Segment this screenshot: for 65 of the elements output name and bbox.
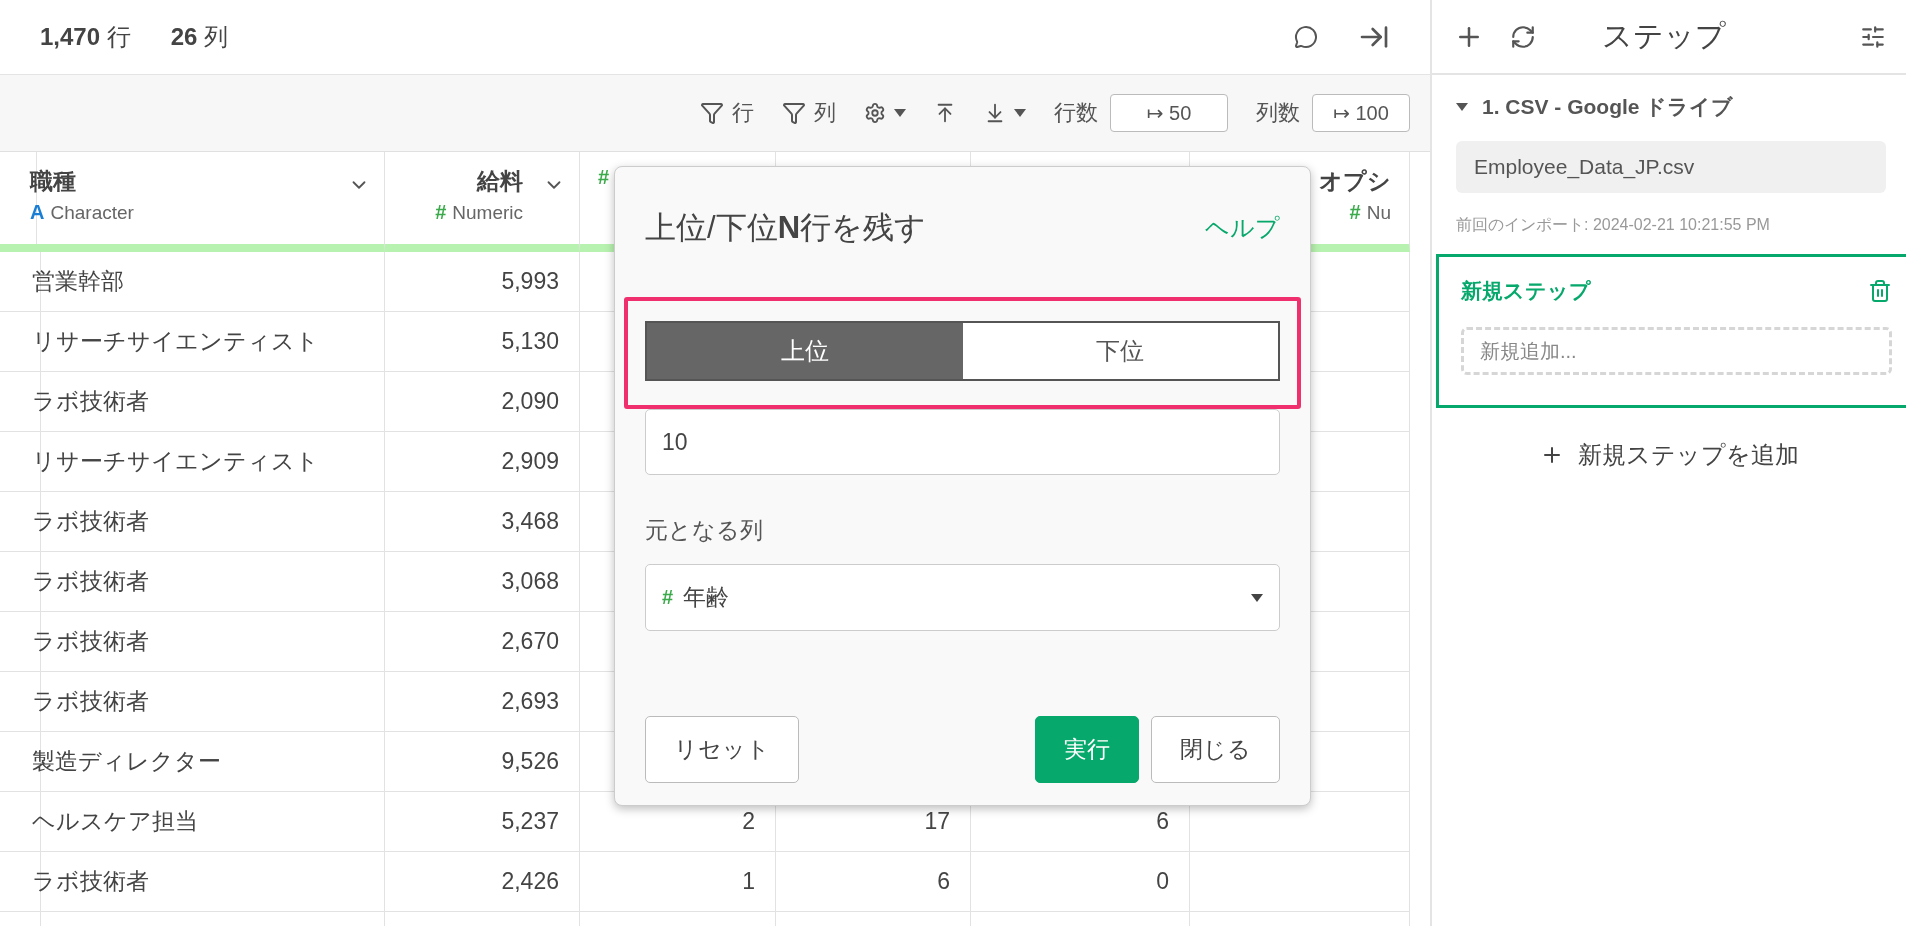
row-count-button[interactable]: ↦ 50 — [1110, 94, 1228, 132]
step-title[interactable]: 1. CSV - Google ドライブ — [1456, 93, 1886, 121]
input-field[interactable]: 新規追加... — [1461, 327, 1892, 375]
sliders-icon[interactable] — [1860, 23, 1886, 50]
table-cell: 5,237 — [385, 792, 580, 852]
filter-icon — [782, 101, 806, 125]
segment-button[interactable]: 下位 — [962, 323, 1278, 379]
column-select[interactable]: # 年齢 — [645, 564, 1280, 631]
table-cell: 営業幹部 — [12, 252, 385, 312]
column-filter-button[interactable]: 列 — [782, 98, 836, 128]
reset-button[interactable]: リセット — [645, 716, 799, 783]
caret-icon — [894, 109, 906, 117]
count-field[interactable]: 10 — [645, 409, 1280, 475]
table-cell: 6 — [776, 852, 971, 912]
filter-icon — [700, 101, 724, 125]
refresh-icon[interactable] — [1510, 23, 1536, 50]
caret-icon — [1014, 109, 1026, 117]
column-header[interactable]: 給料 — [477, 166, 523, 197]
table-cell: 3,468 — [385, 492, 580, 552]
file-name: Employee_Data_JP.csv — [1456, 141, 1886, 193]
table-cell: 2,693 — [385, 672, 580, 732]
table-cell: ラボ技術者 — [12, 552, 385, 612]
column-count-button[interactable]: ↦ 100 — [1312, 94, 1410, 132]
caret-icon — [1251, 593, 1263, 602]
table-cell: 2,426 — [385, 852, 580, 912]
table-cell: 2,090 — [385, 372, 580, 432]
column-header[interactable]: 職種 — [30, 166, 76, 197]
table-cell: リサーチサイエンティスト — [12, 432, 385, 492]
table-cell: ラボ技術者 — [12, 612, 385, 672]
table-cell: 5,130 — [385, 312, 580, 372]
table-cell: 製造ディレクター — [12, 732, 385, 792]
panel-title: ステップ — [1602, 18, 1726, 54]
table-cell: 0 — [971, 852, 1190, 912]
settings-button[interactable] — [864, 102, 906, 124]
table-cell: 2,670 — [385, 612, 580, 672]
table-cell: 9,526 — [385, 732, 580, 792]
column-count-label: 列数 — [1256, 99, 1300, 127]
row-filter-button[interactable]: 行 — [700, 98, 754, 128]
segment-button[interactable]: 上位 — [647, 323, 963, 379]
column-type: # — [598, 166, 610, 189]
table-cell: リサーチサイエンティスト — [12, 312, 385, 372]
import-time: 前回のインポート: 2024-02-21 10:21:55 PM — [1456, 215, 1771, 235]
table-cell: 5,993 — [385, 252, 580, 312]
add-step-button[interactable]: 新規ステップを追加 — [1533, 438, 1805, 472]
table-cell: ヘルスケア担当 — [12, 792, 385, 852]
step-title: 新規ステップ — [1461, 278, 1591, 304]
table-cell: ラボ技術者 — [12, 492, 385, 552]
column-type: A Character — [30, 201, 134, 224]
table-cell: ラボ技術者 — [12, 372, 385, 432]
row-count: 1,470 行 — [40, 22, 131, 52]
field-label: 元となる列 — [645, 516, 764, 545]
dialog-title: 上位/下位N行を残す — [645, 209, 926, 247]
row-count-label: 行数 — [1054, 99, 1098, 127]
table-cell: ラボ技術者 — [12, 672, 385, 732]
comment-icon[interactable] — [1294, 25, 1318, 49]
table-cell: 3,068 — [385, 552, 580, 612]
column-type: # Numeric — [435, 201, 523, 224]
close-button[interactable]: 閉じる — [1151, 716, 1280, 783]
table-cell: ラボ技術者 — [12, 852, 385, 912]
column-count: 26 列 — [170, 22, 229, 52]
column-type: # Nu — [1349, 201, 1391, 224]
trash-icon[interactable] — [1868, 279, 1892, 303]
column-header[interactable]: オプシ — [1319, 166, 1391, 197]
table-cell: 1 — [580, 852, 776, 912]
table-cell: 2,909 — [385, 432, 580, 492]
